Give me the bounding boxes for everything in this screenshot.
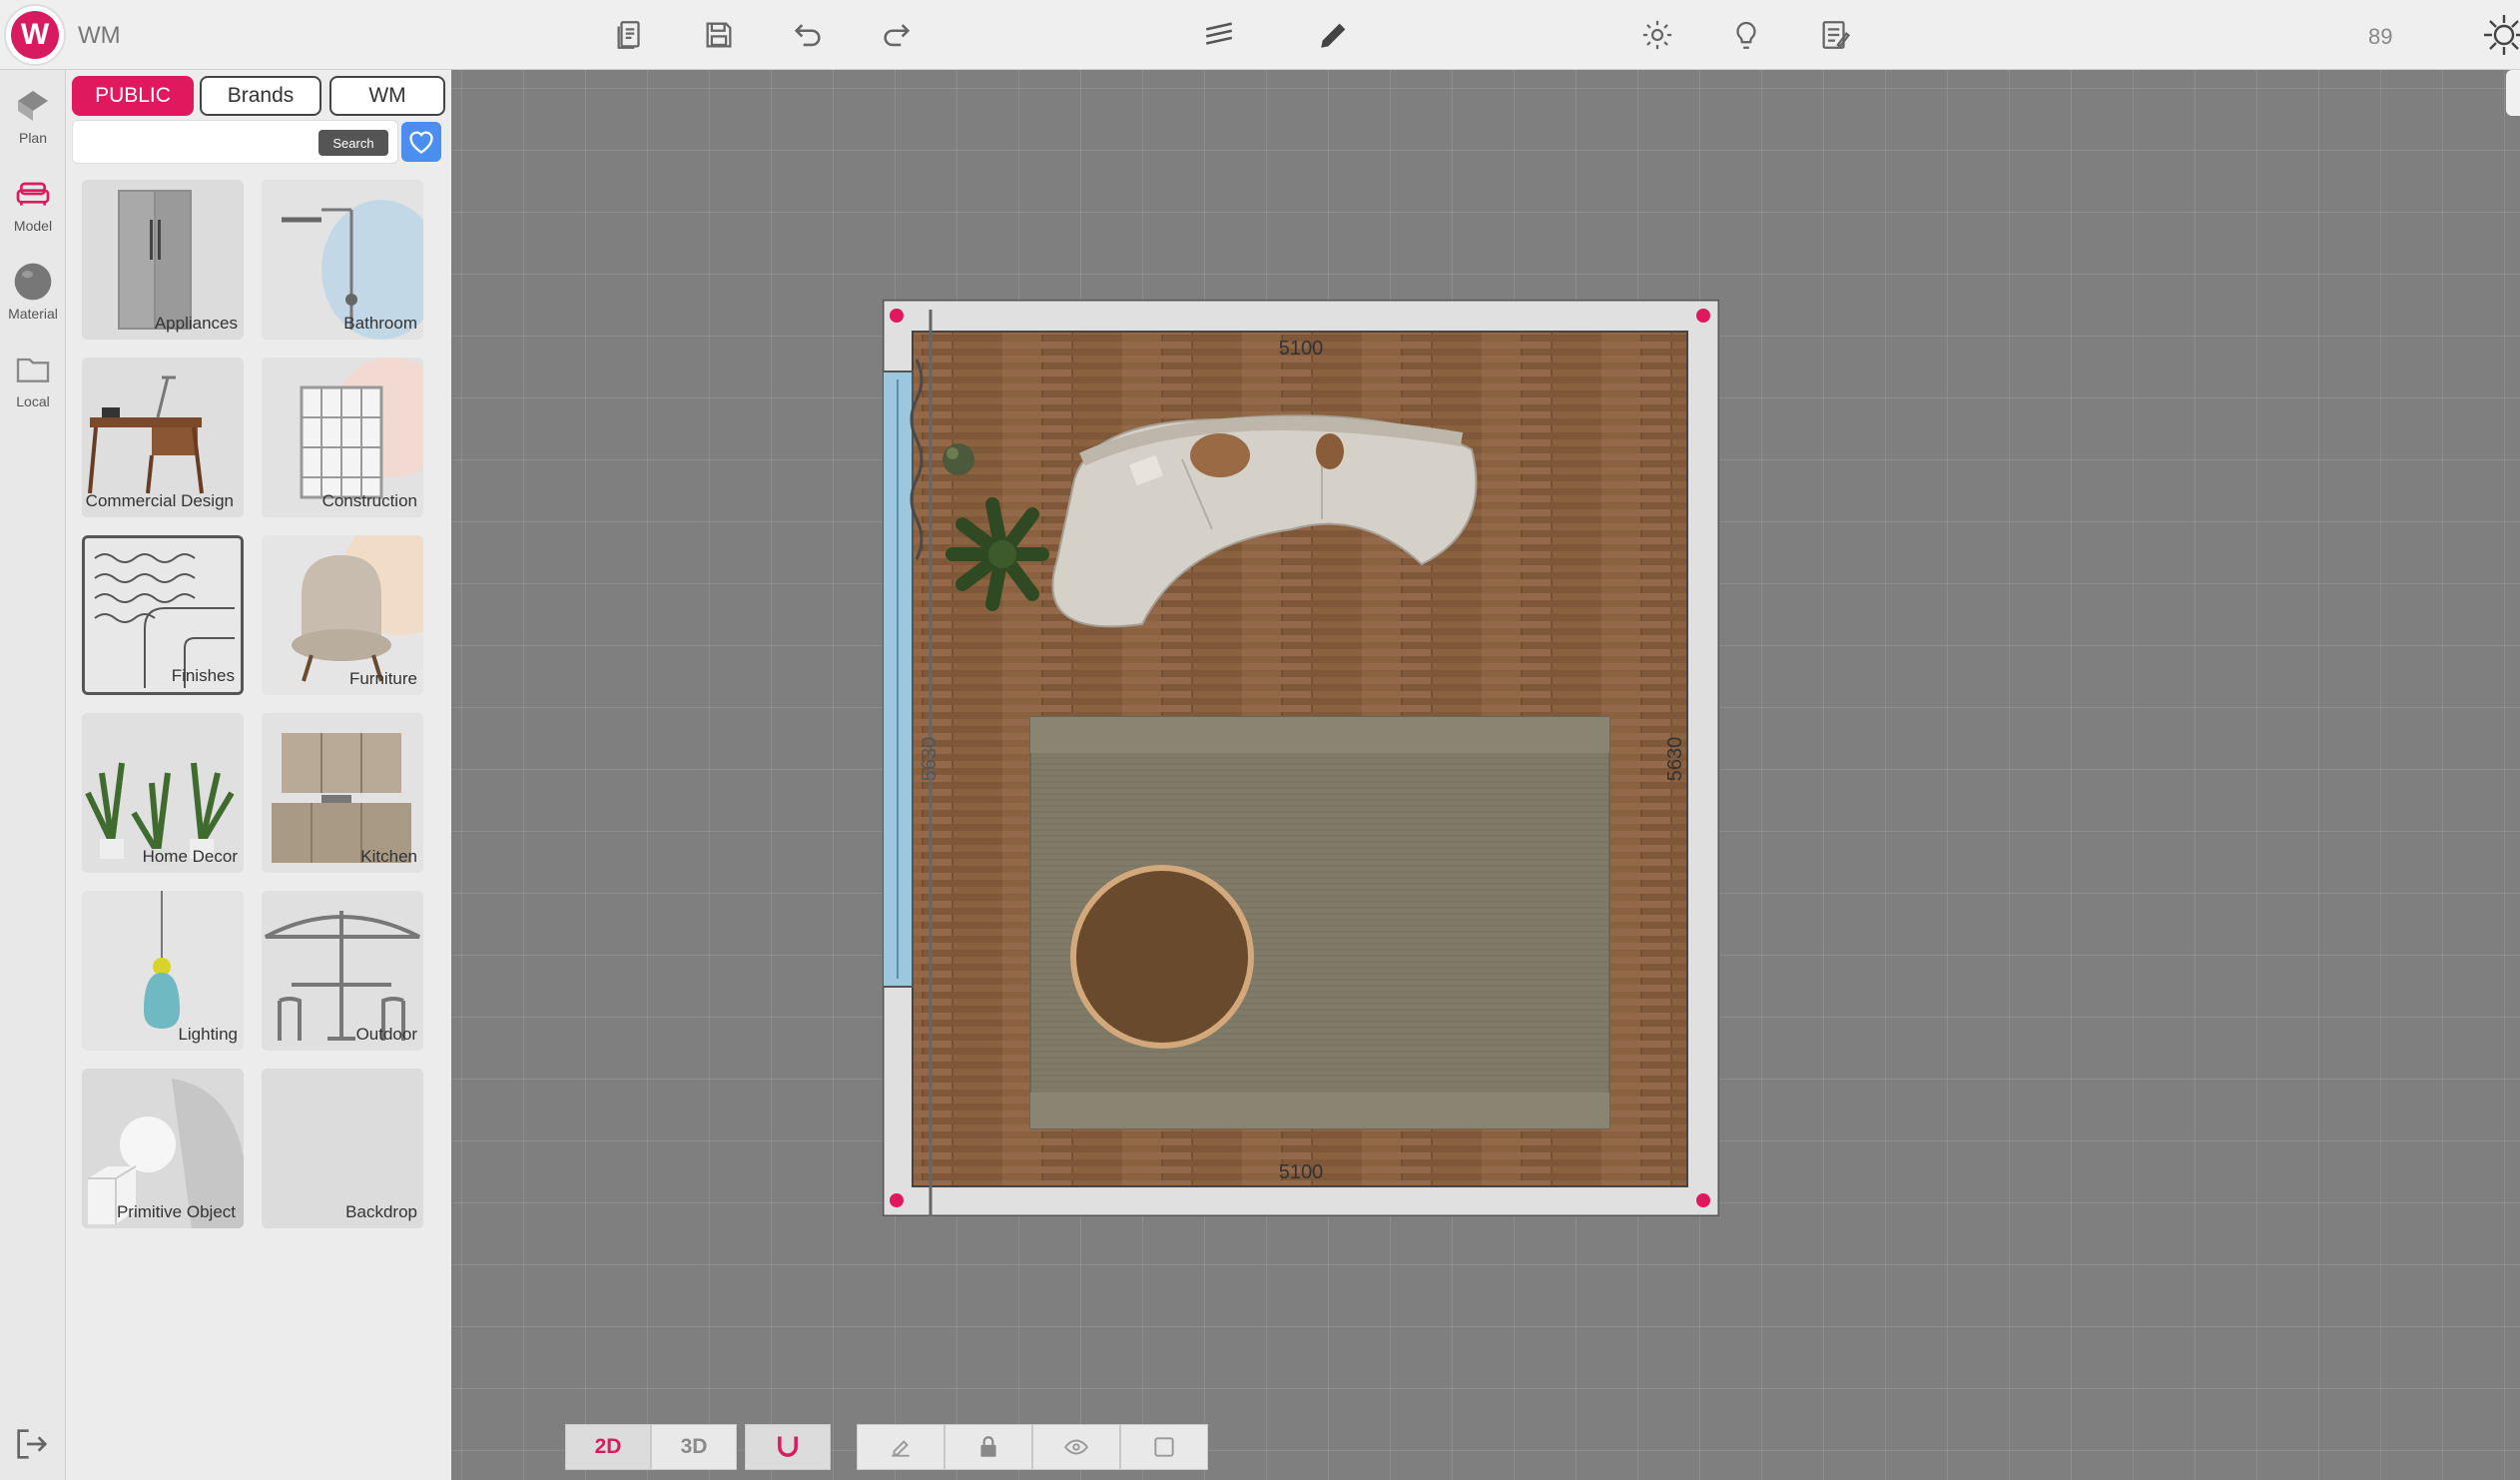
view-2d-button[interactable]: 2D [565, 1424, 651, 1470]
snap-magnet-button[interactable] [745, 1424, 831, 1470]
rail-label: Local [16, 393, 50, 409]
rail-item-material[interactable]: Material [0, 260, 66, 340]
eye-icon [1063, 1439, 1089, 1455]
sun-icon[interactable] [2480, 12, 2520, 58]
logo-letter: W [11, 11, 59, 59]
sphere-icon [9, 260, 57, 304]
category-label: Kitchen [360, 847, 417, 866]
corner-handle[interactable] [890, 309, 904, 323]
category-label: Backdrop [345, 1202, 417, 1221]
folder-icon [9, 348, 57, 391]
settings-icon[interactable] [1634, 12, 1680, 58]
dimension-right: 5630 [1664, 737, 1686, 782]
category-label: Furniture [348, 669, 417, 688]
logout-icon[interactable] [12, 1424, 52, 1464]
redo-icon[interactable] [874, 12, 920, 58]
undo-icon[interactable] [785, 12, 831, 58]
tab-public[interactable]: PUBLIC [72, 76, 194, 116]
frame-counter: 89 [2368, 24, 2393, 49]
square-icon [1154, 1437, 1174, 1457]
category-label: Commercial Design [85, 491, 234, 510]
category-label: Primitive Object [116, 1202, 236, 1221]
layers-icon[interactable] [1196, 12, 1242, 58]
corner-handle[interactable] [890, 1193, 904, 1207]
category-label: Outdoor [355, 1025, 417, 1044]
dimension-bottom: 5100 [1279, 1161, 1324, 1183]
document-icon[interactable] [607, 12, 653, 58]
erase-button[interactable] [857, 1424, 945, 1470]
visibility-button[interactable] [1032, 1424, 1120, 1470]
heart-icon [409, 131, 433, 154]
project-title: WM [78, 22, 121, 49]
category-label: Construction [321, 491, 417, 510]
category-furniture[interactable]: Furniture [262, 535, 423, 695]
tab-wm[interactable]: WM [329, 76, 445, 116]
coffee-table[interactable] [1070, 865, 1254, 1049]
right-panel-toggle[interactable] [2506, 70, 2520, 116]
dimension-top: 5100 [1279, 338, 1324, 360]
category-label: Finishes [171, 666, 235, 685]
category-backdrop[interactable]: Backdrop [262, 1069, 423, 1228]
rail-label: Model [13, 218, 53, 234]
dimension-left: 5630 [919, 737, 941, 782]
lock-button[interactable] [945, 1424, 1032, 1470]
rail-label: Material [8, 306, 58, 322]
pencil-icon[interactable] [1311, 12, 1357, 58]
save-icon[interactable] [696, 12, 742, 58]
category-construction[interactable]: Construction [262, 358, 423, 517]
plan-icon [9, 84, 57, 128]
category-label: Lighting [178, 1025, 238, 1044]
left-nav-rail: Plan Model Material Local [0, 70, 66, 1480]
category-finishes[interactable]: Finishes [82, 535, 244, 695]
report-icon[interactable] [1812, 12, 1858, 58]
category-lighting[interactable]: Lighting [82, 891, 244, 1051]
category-label: Appliances [154, 314, 238, 333]
category-label: Home Decor [142, 847, 238, 866]
top-toolbar: W WM 89 [0, 0, 2520, 70]
rail-label: Plan [18, 130, 48, 146]
rail-item-plan[interactable]: Plan [0, 84, 66, 164]
category-label: Bathroom [343, 314, 417, 333]
room-drawing: 5100 5100 5630 5630 [881, 298, 1721, 1218]
favorites-button[interactable] [401, 122, 441, 162]
magnet-icon [778, 1436, 798, 1457]
lightbulb-icon[interactable] [1723, 12, 1769, 58]
potted-plant[interactable] [945, 497, 1049, 611]
app-logo[interactable]: W [4, 4, 66, 66]
category-outdoor[interactable]: Outdoor [262, 891, 423, 1051]
search-button[interactable]: Search [318, 130, 388, 156]
view-3d-button[interactable]: 3D [651, 1424, 737, 1470]
category-bathroom[interactable]: Bathroom [262, 180, 423, 340]
sofa-icon [9, 172, 57, 216]
eraser-icon [892, 1440, 910, 1457]
catalog-panel: PUBLIC Brands WM Search Appliances Bathr… [66, 70, 451, 1480]
category-kitchen[interactable]: Kitchen [262, 713, 423, 873]
corner-handle[interactable] [1696, 309, 1710, 323]
small-plant[interactable] [943, 443, 974, 475]
category-commercial-design[interactable]: Commercial Design [82, 358, 244, 517]
category-primitive-object[interactable]: Primitive Object [82, 1069, 244, 1228]
category-appliances[interactable]: Appliances [82, 180, 244, 340]
corner-handle[interactable] [1696, 1193, 1710, 1207]
frame-button[interactable] [1120, 1424, 1208, 1470]
category-home-decor[interactable]: Home Decor [82, 713, 244, 873]
tab-brands[interactable]: Brands [200, 76, 321, 116]
rail-item-model[interactable]: Model [0, 172, 66, 252]
rail-item-local[interactable]: Local [0, 348, 66, 427]
room-plan[interactable]: 5100 5100 5630 5630 [881, 298, 1721, 1218]
lock-icon [980, 1436, 996, 1457]
